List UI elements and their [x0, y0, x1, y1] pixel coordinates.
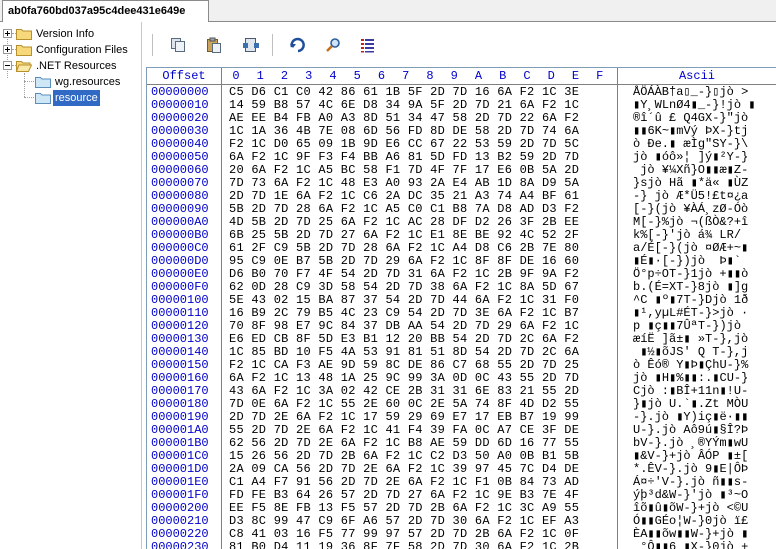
byte-column-header: C [523, 69, 531, 83]
byte-column-header: 0 [232, 69, 240, 83]
byte-column-header: 4 [329, 69, 337, 83]
row-ascii[interactable]: °Ô▮▮6 ▮X-}0jò + [633, 541, 748, 549]
byte-column-header: B [499, 69, 507, 83]
export-icon[interactable] [241, 35, 261, 55]
search-icon[interactable] [323, 35, 343, 55]
paste-icon[interactable] [204, 35, 224, 55]
hex-row[interactable]: 00000230 81 B0 D4 11 19 36 8F 7F 58 2D 7D… [147, 541, 776, 549]
folder-icon [35, 92, 51, 104]
copy-icon[interactable] [168, 35, 188, 55]
toolbar-separator [152, 34, 153, 56]
tree-node-label: wg.resources [55, 76, 121, 88]
byte-column-header: A [474, 69, 483, 83]
collapse-icon[interactable] [3, 61, 12, 70]
tree-node-label: Configuration Files [36, 44, 128, 56]
byte-column-header: 2 [280, 69, 289, 83]
byte-column-header: D [547, 69, 555, 83]
row-bytes[interactable]: 81 B0 D4 11 19 36 8F 7F 58 2D 7D 30 6A F… [229, 541, 579, 549]
hex-viewer[interactable]: Offset 0123456789ABCDEF Ascii 00000000 C5… [146, 67, 776, 549]
document-tab-strip: ab0fa760bd037a95c4dee431e649e [0, 0, 776, 22]
byte-column-header: F [596, 69, 604, 83]
tree-connector [7, 36, 8, 78]
hex-header: Offset 0 1 2 3 4 5 6 7 8 9 A B C D E F Ascii [147, 68, 776, 85]
offset-column-header: Offset [162, 69, 206, 83]
tree-connector [24, 73, 25, 97]
tree-connector [24, 81, 34, 82]
folder-icon [16, 28, 32, 40]
tree-node-label: resource [53, 90, 100, 106]
open-folder-icon [16, 60, 32, 72]
document-tab[interactable]: ab0fa760bd037a95c4dee431e649e [2, 0, 209, 22]
resource-tree: Version Info Configuration Files .NET Re… [0, 22, 142, 549]
byte-column-header: 3 [305, 69, 313, 83]
tree-node-label: Version Info [36, 28, 95, 40]
byte-column-header: 6 [377, 69, 386, 83]
data-inspector-icon[interactable] [358, 35, 378, 55]
byte-column-header: E [571, 69, 580, 83]
byte-column-header: 7 [402, 69, 410, 83]
ascii-column-header: Ascii [678, 69, 715, 83]
row-offset: 00000230 [151, 540, 209, 549]
folder-icon [16, 44, 32, 56]
byte-column-header: 1 [256, 69, 264, 83]
folder-icon [35, 76, 51, 88]
expand-icon[interactable] [3, 45, 12, 54]
byte-column-header: 8 [426, 69, 434, 83]
goto-icon[interactable] [287, 35, 307, 55]
toolbar-separator [272, 34, 273, 56]
tree-node-label: .NET Resources [36, 60, 117, 72]
expand-icon[interactable] [3, 29, 12, 38]
tree-connector [24, 97, 34, 98]
hex-toolbar [146, 26, 776, 64]
byte-column-header: 9 [450, 69, 458, 83]
byte-column-header: 5 [353, 69, 361, 83]
